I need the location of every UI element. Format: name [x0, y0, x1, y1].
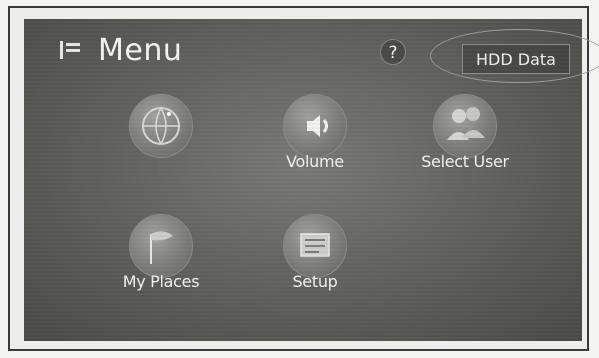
menu-item-volume[interactable]: Volume: [260, 94, 370, 204]
menu-item-label: My Places: [122, 272, 200, 291]
menu-item-label: Setup: [292, 272, 338, 291]
speaker-icon: [307, 115, 328, 137]
menu-item-label: Select User: [421, 152, 509, 171]
menu-screen: Menu ? HDD Data Volume Select User My Pl…: [24, 19, 599, 341]
menu-item-setup[interactable]: Setup: [260, 214, 370, 324]
globe-icon: [142, 107, 180, 145]
flag-icon: [150, 231, 173, 264]
page-title: Menu: [98, 33, 183, 68]
menu-item-destination[interactable]: [106, 94, 216, 204]
menu-icon: [60, 41, 82, 59]
help-button[interactable]: ?: [380, 39, 406, 65]
menu-item-label: Volume: [286, 152, 344, 171]
menu-header: Menu ? HDD Data: [24, 19, 599, 83]
menu-item-select-user[interactable]: Select User: [410, 94, 520, 204]
hdd-data-button[interactable]: HDD Data: [462, 44, 570, 74]
user-icon: [447, 107, 485, 140]
settings-icon: [300, 233, 330, 257]
menu-item-my-places[interactable]: My Places: [106, 214, 216, 324]
